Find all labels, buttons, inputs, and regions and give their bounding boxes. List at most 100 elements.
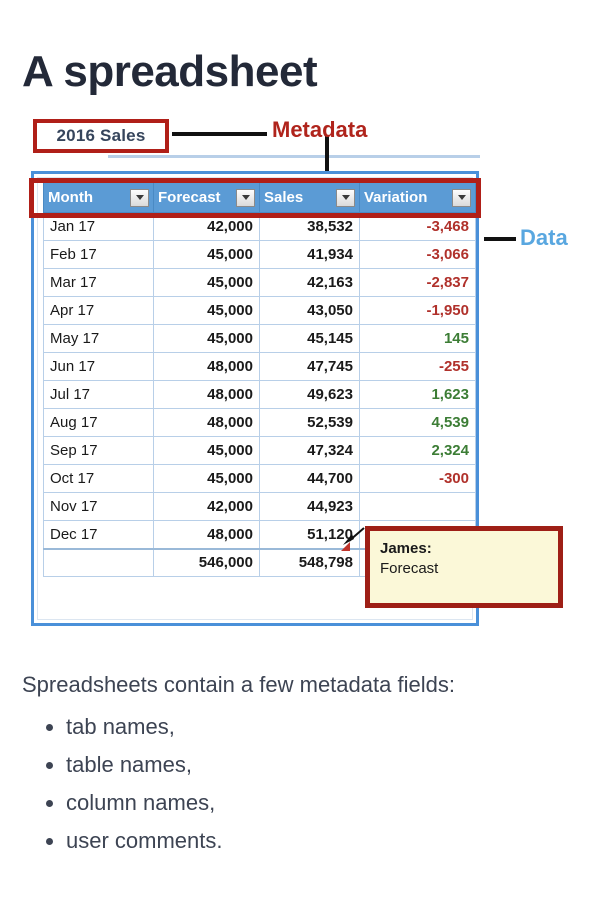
cell-forecast[interactable]: 48,000 <box>153 352 260 381</box>
cell-total-month[interactable] <box>43 547 154 577</box>
list-item: column names, <box>66 790 578 816</box>
chevron-down-icon <box>135 195 144 200</box>
column-header-forecast[interactable]: Forecast <box>153 182 260 213</box>
table-row: Sep 17 45,000 47,324 2,324 <box>43 436 476 465</box>
chevron-down-icon <box>341 195 350 200</box>
cell-month[interactable]: Jan 17 <box>43 212 154 241</box>
cell-sales[interactable]: 47,745 <box>259 352 360 381</box>
filter-dropdown-forecast[interactable] <box>236 188 255 207</box>
column-header-sales-label: Sales <box>264 189 304 206</box>
cell-sales[interactable]: 45,145 <box>259 324 360 353</box>
cell-month[interactable]: Sep 17 <box>43 436 154 465</box>
cell-month[interactable]: Nov 17 <box>43 492 154 521</box>
cell-variation[interactable]: 4,539 <box>359 408 476 437</box>
comment-text: Forecast <box>380 560 439 578</box>
list-item: user comments. <box>66 828 578 854</box>
column-header-variation-label: Variation <box>364 189 428 206</box>
cell-month[interactable]: Oct 17 <box>43 464 154 493</box>
column-header-month[interactable]: Month <box>43 182 154 213</box>
cell-forecast[interactable]: 45,000 <box>153 464 260 493</box>
table-row: May 17 45,000 45,145 145 <box>43 324 476 353</box>
table-row: Mar 17 45,000 42,163 -2,837 <box>43 268 476 297</box>
cell-forecast[interactable]: 45,000 <box>153 296 260 325</box>
cell-sales[interactable]: 49,623 <box>259 380 360 409</box>
cell-sales[interactable]: 52,539 <box>259 408 360 437</box>
cell-forecast[interactable]: 42,000 <box>153 212 260 241</box>
spreadsheet-figure: 2016 Sales Metadata Data Month Forecast … <box>0 108 600 653</box>
cell-sales[interactable]: 38,532 <box>259 212 360 241</box>
cell-sales[interactable]: 44,700 <box>259 464 360 493</box>
cell-variation[interactable] <box>359 492 476 521</box>
cell-variation[interactable]: -3,468 <box>359 212 476 241</box>
cell-forecast[interactable]: 48,000 <box>153 408 260 437</box>
cell-variation[interactable]: 2,324 <box>359 436 476 465</box>
column-header-forecast-label: Forecast <box>158 189 221 206</box>
cell-month[interactable]: Jun 17 <box>43 352 154 381</box>
column-header-sales[interactable]: Sales <box>259 182 360 213</box>
table-row: Apr 17 45,000 43,050 -1,950 <box>43 296 476 325</box>
cell-comment-box: James: Forecast <box>365 526 563 608</box>
cell-month[interactable]: Jul 17 <box>43 380 154 409</box>
comment-arrow-icon <box>343 527 365 545</box>
filter-dropdown-variation[interactable] <box>452 188 471 207</box>
cell-sales[interactable]: 43,050 <box>259 296 360 325</box>
sales-table: Month Forecast Sales Variation Jan 17 42… <box>43 182 476 577</box>
cell-forecast[interactable]: 42,000 <box>153 492 260 521</box>
metadata-fields-list: tab names, table names, column names, user … <box>22 714 578 854</box>
table-row: Jan 17 42,000 38,532 -3,468 <box>43 212 476 241</box>
cell-variation[interactable]: 1,623 <box>359 380 476 409</box>
table-row: Aug 17 48,000 52,539 4,539 <box>43 408 476 437</box>
cell-sales[interactable]: 41,934 <box>259 240 360 269</box>
filter-dropdown-sales[interactable] <box>336 188 355 207</box>
cell-variation[interactable]: -1,950 <box>359 296 476 325</box>
table-header-row: Month Forecast Sales Variation <box>43 182 476 213</box>
cell-sales[interactable]: 42,163 <box>259 268 360 297</box>
cell-forecast[interactable]: 45,000 <box>153 324 260 353</box>
cell-forecast[interactable]: 48,000 <box>153 380 260 409</box>
data-leader-line <box>484 237 516 241</box>
tab-strip-underline <box>108 155 480 158</box>
cell-month[interactable]: Dec 17 <box>43 520 154 549</box>
cell-month[interactable]: May 17 <box>43 324 154 353</box>
list-item: table names, <box>66 752 578 778</box>
sheet-tab-strip: 2016 Sales <box>33 119 480 158</box>
cell-total-forecast[interactable]: 546,000 <box>153 547 260 577</box>
table-row: Nov 17 42,000 44,923 <box>43 492 476 521</box>
table-row: Jun 17 48,000 47,745 -255 <box>43 352 476 381</box>
annotation-label-metadata: Metadata <box>272 117 368 142</box>
cell-month[interactable]: Feb 17 <box>43 240 154 269</box>
column-header-month-label: Month <box>48 189 93 206</box>
cell-sales[interactable]: 44,923 <box>259 492 360 521</box>
annotation-label-data: Data <box>520 225 568 250</box>
cell-forecast[interactable]: 45,000 <box>153 268 260 297</box>
comment-author: James: <box>380 540 432 557</box>
cell-variation[interactable]: -3,066 <box>359 240 476 269</box>
page-title: A spreadsheet <box>22 47 318 97</box>
cell-variation[interactable]: -2,837 <box>359 268 476 297</box>
chevron-down-icon <box>241 195 250 200</box>
chevron-down-icon <box>457 195 466 200</box>
table-header: Month Forecast Sales Variation <box>43 182 476 213</box>
sheet-tab-label: 2016 Sales <box>56 126 146 145</box>
filter-dropdown-month[interactable] <box>130 188 149 207</box>
column-header-variation[interactable]: Variation <box>359 182 476 213</box>
lead-paragraph: Spreadsheets contain a few metadata fiel… <box>22 672 455 697</box>
list-item: tab names, <box>66 714 578 740</box>
cell-variation[interactable]: 145 <box>359 324 476 353</box>
cell-variation[interactable]: -300 <box>359 464 476 493</box>
metadata-leader-line <box>172 132 267 136</box>
cell-variation[interactable]: -255 <box>359 352 476 381</box>
cell-total-sales[interactable]: 548,798 <box>259 547 360 577</box>
table-row: Jul 17 48,000 49,623 1,623 <box>43 380 476 409</box>
body-copy: Spreadsheets contain a few metadata fiel… <box>22 672 578 866</box>
cell-month[interactable]: Aug 17 <box>43 408 154 437</box>
cell-forecast[interactable]: 45,000 <box>153 436 260 465</box>
cell-month[interactable]: Mar 17 <box>43 268 154 297</box>
table-row: Feb 17 45,000 41,934 -3,066 <box>43 240 476 269</box>
cell-forecast[interactable]: 45,000 <box>153 240 260 269</box>
cell-forecast[interactable]: 48,000 <box>153 520 260 549</box>
cell-sales[interactable]: 47,324 <box>259 436 360 465</box>
sheet-tab-2016-sales[interactable]: 2016 Sales <box>33 119 169 153</box>
cell-month[interactable]: Apr 17 <box>43 296 154 325</box>
table-row: Oct 17 45,000 44,700 -300 <box>43 464 476 493</box>
